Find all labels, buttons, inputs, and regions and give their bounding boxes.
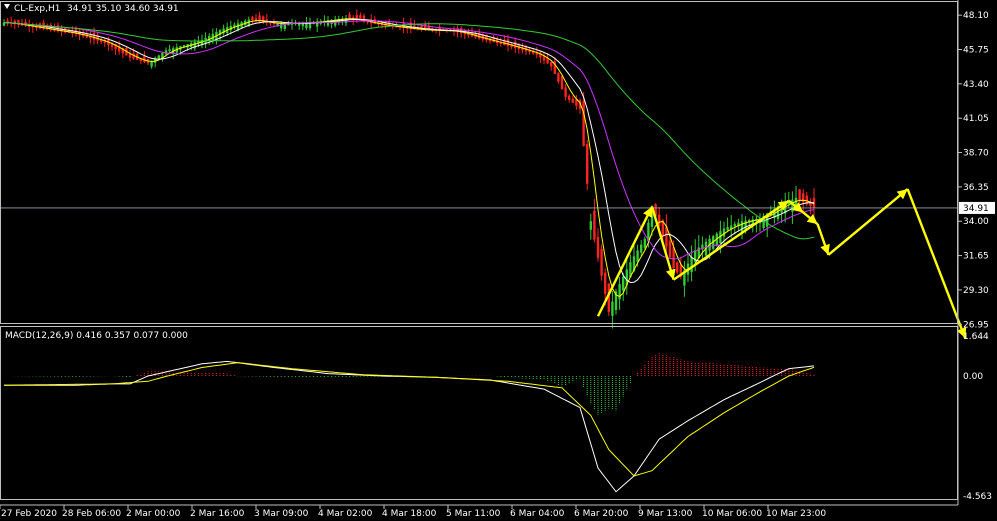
- dropdown-triangle-icon[interactable]: [4, 4, 10, 9]
- candle-body: [596, 236, 600, 258]
- candle-body: [564, 87, 567, 97]
- candle-body: [690, 257, 693, 273]
- candle-body: [251, 16, 254, 21]
- macd-line: [4, 360, 815, 493]
- axis-layer: 48.10 45.75 43.40 41.05 38.70 36.35 34.00 31.65…: [0, 0, 995, 519]
- time-tick-label: 10 Mar 23:00: [766, 509, 826, 519]
- candle-body: [640, 244, 643, 253]
- price-panel: [0, 9, 967, 339]
- candle-body: [348, 14, 351, 19]
- candle-body: [550, 61, 553, 67]
- time-tick-label: 2 Mar 00:00: [126, 509, 181, 519]
- trading-chart[interactable]: 48.10 45.75 43.40 41.05 38.70 36.35 34.00 31.65…: [0, 0, 997, 521]
- moving-average-line: [3, 20, 815, 260]
- candle-body: [589, 221, 592, 230]
- candle-body: [672, 247, 675, 268]
- moving-average-line: [3, 18, 815, 298]
- price-tick-label: 31.65: [963, 252, 989, 262]
- projection-arrow-segment: [827, 188, 909, 256]
- candle-body: [611, 301, 614, 316]
- moving-average-line: [3, 18, 815, 284]
- projection-arrow-head: [820, 243, 830, 255]
- macd-signal-line: [4, 362, 815, 477]
- time-tick-label: 4 Mar 18:00: [382, 509, 437, 519]
- price-tick-label: 48.10: [963, 11, 989, 21]
- time-tick-label: 3 Mar 09:00: [254, 509, 309, 519]
- projection-arrow-segment: [906, 188, 967, 339]
- macd-tick-label: 1.644: [963, 332, 989, 342]
- time-tick-label: 6 Mar 20:00: [574, 509, 629, 519]
- candle-body: [582, 101, 585, 147]
- time-tick-label: 5 Mar 11:00: [446, 509, 501, 519]
- ohlc-label: 34.91 35.10 34.60 34.91: [67, 4, 179, 14]
- candle-body: [726, 227, 729, 231]
- candle-body: [586, 144, 589, 184]
- candle-body: [110, 44, 114, 48]
- candle-body: [733, 224, 736, 227]
- time-tick-label: 6 Mar 04:00: [510, 509, 565, 519]
- macd-label: MACD(12,26,9) 0.416 0.357 0.077 0.000: [5, 331, 188, 341]
- candle-body: [643, 238, 646, 248]
- price-tick-label: 45.75: [963, 46, 989, 56]
- candle-body: [676, 262, 679, 273]
- time-tick-label: 4 Mar 02:00: [318, 509, 373, 519]
- price-tick-label: 43.40: [963, 80, 989, 90]
- candle-body: [506, 39, 510, 46]
- price-tick-label: 34.00: [963, 217, 989, 227]
- candle-body: [92, 32, 96, 40]
- candle-body: [557, 73, 560, 82]
- candle-body: [668, 240, 672, 258]
- candle-body: [636, 250, 639, 262]
- time-tick-label: 28 Feb 06:00: [62, 509, 121, 519]
- candle-body: [568, 95, 571, 100]
- candle-body: [560, 75, 564, 90]
- price-tick-label: 38.70: [963, 149, 989, 159]
- candle-body: [798, 189, 801, 201]
- candle-body: [373, 19, 376, 24]
- time-tick-label: 27 Feb 2020: [1, 509, 57, 519]
- candle-body: [128, 53, 132, 58]
- macd-tick-label: -4.563: [963, 492, 992, 502]
- macd-panel: [4, 353, 815, 493]
- candle-body: [571, 98, 574, 103]
- candle-body: [514, 41, 517, 49]
- text-layer: CL-Exp,H1 34.91 35.10 34.60 34.91 MACD(1…: [5, 4, 188, 341]
- price-tick-label: 41.05: [963, 114, 989, 124]
- macd-tick-label: 0.00: [963, 372, 983, 382]
- candle-body: [280, 23, 283, 29]
- price-tick-label: 36.35: [963, 183, 989, 193]
- projection-arrow-segment: [672, 199, 790, 281]
- price-panel-frame: [0, 1, 958, 324]
- time-tick-label: 2 Mar 16:00: [190, 509, 245, 519]
- candle-body: [600, 248, 603, 276]
- candle-body: [622, 276, 625, 291]
- candle-body: [593, 210, 596, 240]
- time-tick-label: 10 Mar 06:00: [702, 509, 762, 519]
- time-tick-label: 9 Mar 13:00: [638, 509, 693, 519]
- candle-body: [802, 193, 805, 203]
- candle-body: [604, 272, 607, 294]
- price-tick-label: 26.95: [963, 320, 989, 330]
- macd-panel-frame: [0, 326, 958, 500]
- symbol-label: CL-Exp,H1: [14, 4, 60, 14]
- price-tick-label: 29.30: [963, 286, 989, 296]
- current-price-label: 34.91: [963, 204, 989, 214]
- candle-body: [168, 49, 171, 52]
